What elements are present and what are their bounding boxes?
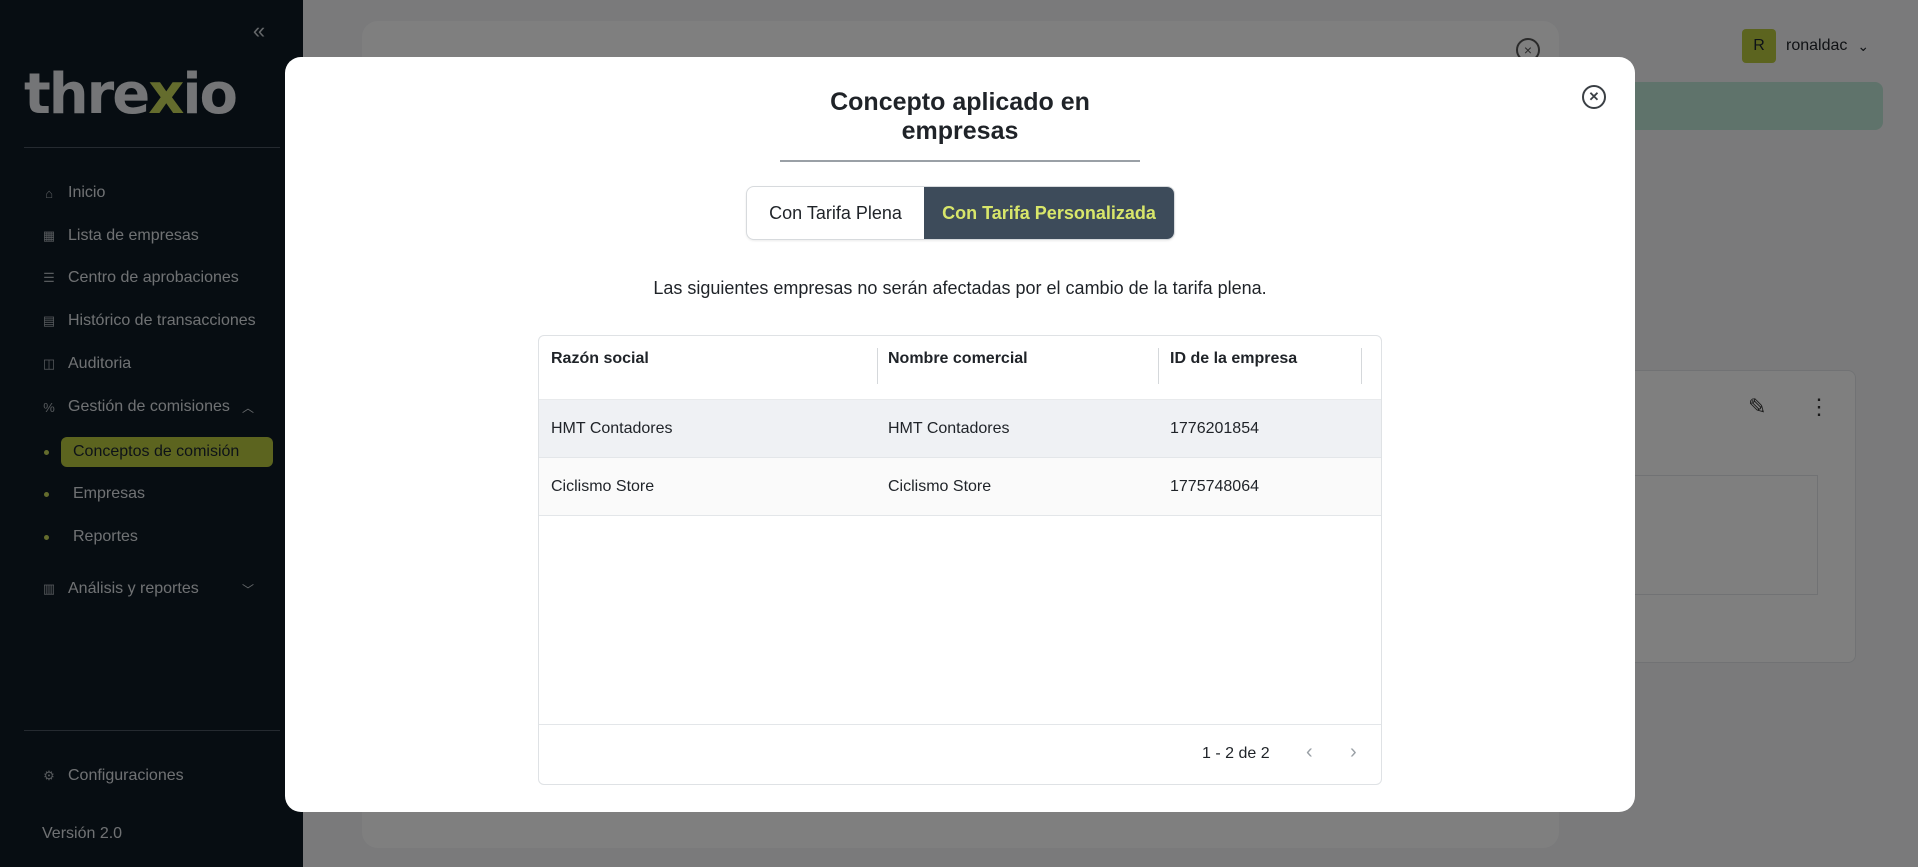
close-icon[interactable]: ✕ [1582,85,1606,109]
tariff-tab-group: Con Tarifa Plena Con Tarifa Personalizad… [746,186,1175,240]
cell-razon-social: HMT Contadores [551,420,673,437]
column-header-nombre-comercial[interactable]: Nombre comercial [888,350,1028,368]
cell-nombre-comercial: HMT Contadores [888,420,1010,437]
column-header-razon-social[interactable]: Razón social [551,350,649,368]
column-header-id-empresa[interactable]: ID de la empresa [1170,350,1297,368]
cell-id-empresa: 1775748064 [1170,478,1259,495]
chevron-right-icon[interactable]: › [1350,741,1357,764]
companies-table: Razón social Nombre comercial ID de la e… [538,335,1382,785]
table-row[interactable]: Ciclismo Store Ciclismo Store 1775748064 [539,458,1381,516]
table-pagination: 1 - 2 de 2 ‹ › [539,724,1381,784]
chevron-left-icon[interactable]: ‹ [1306,741,1313,764]
cell-nombre-comercial: Ciclismo Store [888,478,992,495]
cell-id-empresa: 1776201854 [1170,420,1259,437]
column-separator[interactable] [1158,348,1159,384]
column-separator[interactable] [1361,348,1362,384]
table-row[interactable]: HMT Contadores HMT Contadores 1776201854 [539,400,1381,458]
column-separator[interactable] [877,348,878,384]
modal-title: Concepto aplicado en empresas [780,88,1140,162]
cell-razon-social: Ciclismo Store [551,478,655,495]
tab-tarifa-plena[interactable]: Con Tarifa Plena [747,187,924,239]
notice-text: Las siguientes empresas no serán afectad… [653,278,1267,298]
table-header: Razón social Nombre comercial ID de la e… [539,336,1381,400]
pagination-text: 1 - 2 de 2 [1202,745,1270,762]
tab-tarifa-personalizada[interactable]: Con Tarifa Personalizada [924,187,1174,239]
